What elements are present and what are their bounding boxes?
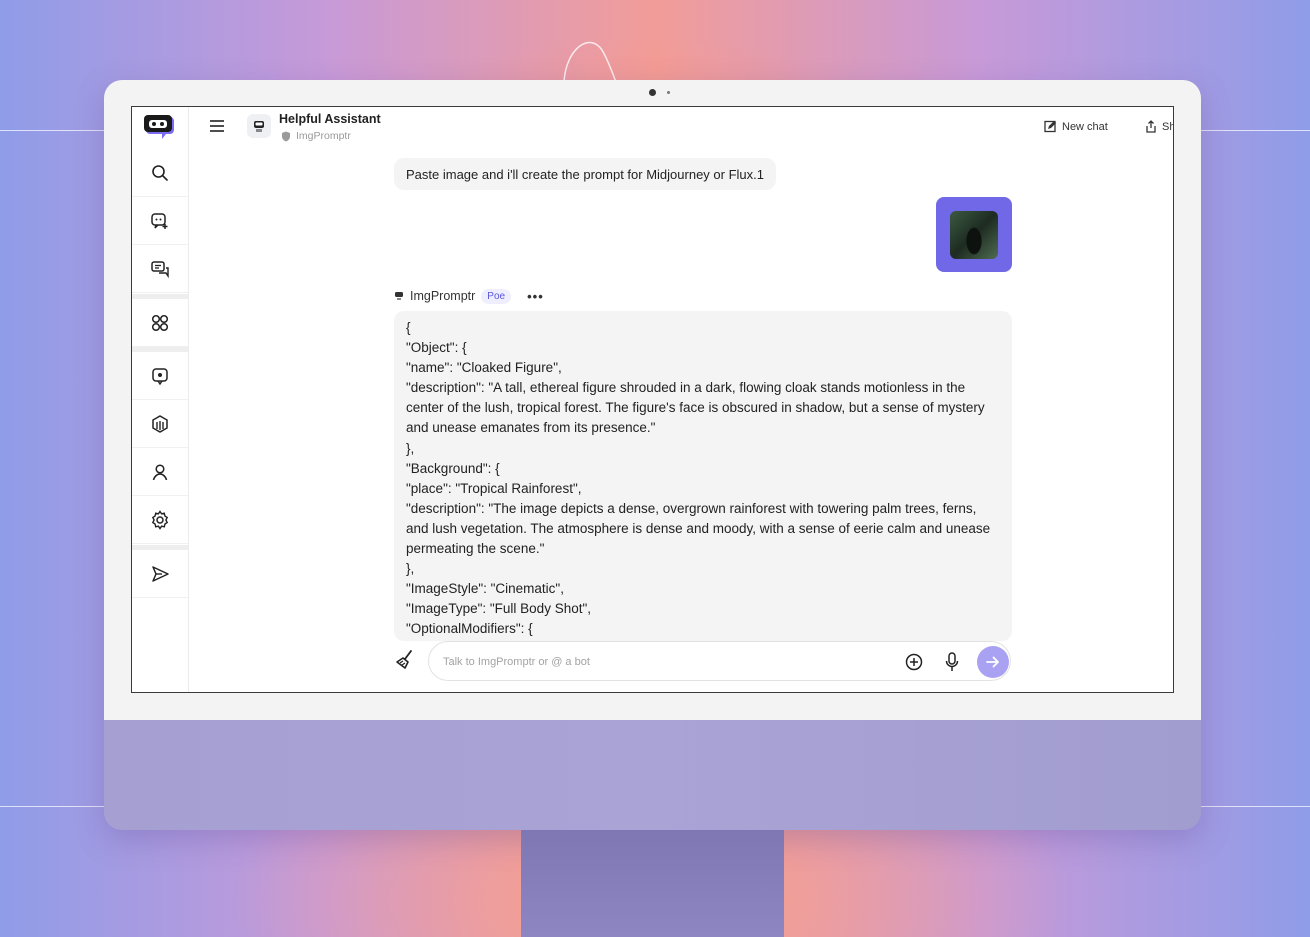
- user-image-message[interactable]: [936, 197, 1012, 272]
- share-button[interactable]: Share: [1145, 120, 1173, 133]
- reply-line: {: [406, 320, 411, 335]
- camera-sensor: [667, 91, 670, 94]
- reply-header: ImgPromptr Poe •••: [394, 285, 544, 307]
- menu-icon[interactable]: [209, 119, 225, 138]
- sidebar-item-profile[interactable]: [132, 448, 188, 496]
- monitor-chin: [104, 720, 1201, 830]
- send-icon: [152, 565, 169, 582]
- sidebar-item-create-bot[interactable]: [132, 197, 188, 245]
- microphone-icon: [945, 652, 959, 671]
- sidebar-item-send-feedback[interactable]: [132, 550, 188, 598]
- new-chat-button[interactable]: New chat: [1044, 120, 1108, 133]
- reply-line: "ImageStyle": "Cinematic",: [406, 581, 564, 597]
- profile-icon: [152, 463, 168, 480]
- bot-avatar-icon: [254, 121, 264, 132]
- clear-context-button[interactable]: [394, 649, 416, 676]
- new-chat-label: New chat: [1062, 120, 1108, 133]
- camera: [649, 89, 656, 96]
- broom-icon: [396, 650, 412, 669]
- share-icon: [1146, 120, 1156, 133]
- reply-line: "Background": {: [406, 460, 500, 476]
- send-button[interactable]: [977, 646, 1009, 678]
- reply-line: "ImageType": "Full Body Shot",: [406, 601, 592, 617]
- sidebar-item-search[interactable]: [132, 149, 188, 197]
- bot-icon: [152, 367, 168, 385]
- bot-subtitle: ImgPromptr: [296, 130, 351, 142]
- reply-line: },: [406, 440, 415, 456]
- plus-circle-icon: [905, 653, 923, 671]
- edit-icon: [1044, 120, 1056, 133]
- uploaded-image-thumbnail[interactable]: [950, 210, 998, 259]
- intro-message: Paste image and i'll create the prompt f…: [394, 158, 776, 190]
- more-options-icon[interactable]: •••: [527, 289, 544, 304]
- arrow-right-icon: [986, 656, 999, 668]
- reply-bot-name[interactable]: ImgPromptr: [410, 289, 475, 303]
- reply-line: "description": "The image depicts a dens…: [406, 500, 994, 557]
- poe-logo-icon[interactable]: [144, 113, 176, 148]
- page-title[interactable]: Helpful Assistant: [279, 112, 381, 126]
- sidebar-item-apps[interactable]: [132, 400, 188, 448]
- cube-icon: [152, 414, 168, 433]
- chats-icon: [151, 260, 169, 278]
- monitor-stand: [521, 830, 784, 937]
- attach-button[interactable]: [905, 653, 923, 676]
- bot-reply-bubble: { "Object": { "name": "Cloaked Figure", …: [394, 311, 1012, 641]
- poe-badge: Poe: [481, 288, 512, 304]
- reply-line: "place": "Tropical Rainforest",: [406, 480, 582, 496]
- bot-avatar-icon: [395, 292, 403, 300]
- app-window: Helpful Assistant ImgPromptr New chat Sh…: [131, 106, 1174, 693]
- reply-line: "OptionalModifiers": {: [406, 621, 533, 637]
- search-icon: [152, 164, 168, 181]
- header: Helpful Assistant ImgPromptr New chat Sh…: [189, 107, 1173, 149]
- bot-avatar[interactable]: [247, 114, 271, 138]
- share-label: Share: [1162, 120, 1173, 133]
- create-bot-icon: [151, 212, 168, 229]
- message-composer: [428, 641, 1011, 681]
- sidebar-item-settings[interactable]: [132, 496, 188, 544]
- voice-button[interactable]: [945, 652, 959, 677]
- reply-line: },: [406, 561, 415, 577]
- shield-icon: [282, 131, 290, 142]
- reply-line: "name": "Cloaked Figure",: [406, 360, 562, 376]
- reply-line: "description": "A tall, ethereal figure …: [406, 380, 989, 436]
- decorative-curve: [563, 41, 617, 83]
- sidebar: [132, 107, 189, 692]
- gear-icon: [151, 509, 169, 530]
- sidebar-item-explore[interactable]: [132, 299, 188, 347]
- sidebar-item-bots[interactable]: [132, 352, 188, 400]
- sidebar-item-chats[interactable]: [132, 245, 188, 293]
- explore-icon: [151, 314, 169, 331]
- message-input[interactable]: [443, 652, 873, 672]
- reply-line: "Object": {: [406, 340, 467, 356]
